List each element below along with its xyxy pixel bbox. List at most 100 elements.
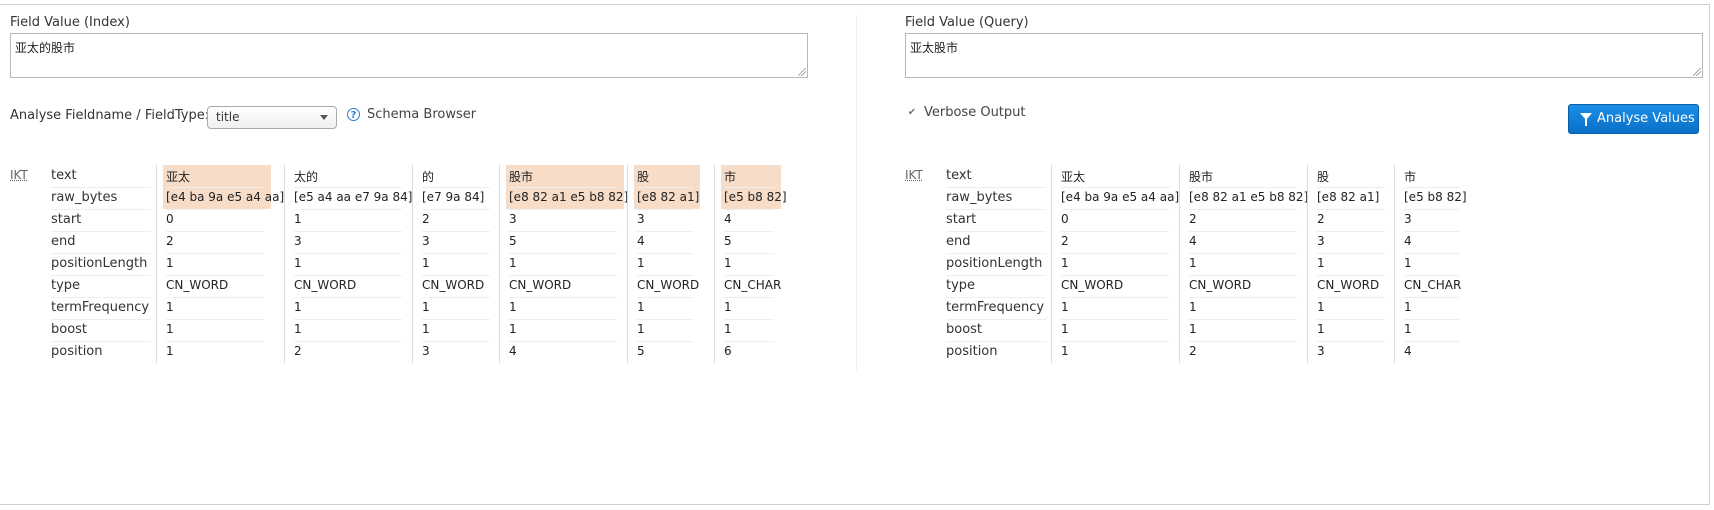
- cell-divider: [509, 275, 617, 276]
- token-cell-boost: 1: [1061, 322, 1069, 336]
- cell-divider: [637, 253, 693, 254]
- column-separator: [1394, 165, 1395, 363]
- cell-divider: [294, 319, 402, 320]
- token-cell-positionLength: 1: [166, 256, 174, 270]
- row-label-start: start: [51, 212, 82, 227]
- query-value-textarea[interactable]: 亚太股市: [905, 33, 1703, 78]
- token-cell-boost: 1: [1189, 322, 1197, 336]
- resize-grip-icon[interactable]: [798, 68, 806, 76]
- cell-divider: [422, 297, 490, 298]
- cell-divider: [166, 319, 264, 320]
- resize-grip-icon[interactable]: [1693, 68, 1701, 76]
- token-cell-raw_bytes: [e7 9a 84]: [422, 190, 485, 204]
- token-cell-boost: 1: [637, 322, 645, 336]
- token-cell-raw_bytes: [e5 a4 aa e7 9a 84]: [294, 190, 413, 204]
- cell-divider: [724, 297, 774, 298]
- row-label-end: end: [946, 234, 971, 249]
- token-cell-positionLength: 1: [1061, 256, 1069, 270]
- cell-divider: [1317, 297, 1385, 298]
- fieldtype-select[interactable]: title: [207, 106, 337, 129]
- verbose-output-label[interactable]: Verbose Output: [924, 105, 1026, 120]
- cell-divider: [1404, 231, 1460, 232]
- token-cell-text: 股: [1317, 170, 1330, 184]
- row-label-text: text: [51, 168, 77, 183]
- token-cell-end: 3: [294, 234, 302, 248]
- cell-divider: [637, 209, 693, 210]
- schema-browser-link[interactable]: Schema Browser: [367, 107, 476, 122]
- cell-divider: [422, 231, 490, 232]
- cell-divider: [509, 231, 617, 232]
- verbose-checkbox[interactable]: ✔: [907, 108, 917, 118]
- cell-divider: [509, 253, 617, 254]
- index-value-text: 亚太的股市: [15, 41, 76, 55]
- cell-divider: [1189, 187, 1297, 188]
- token-cell-end: 2: [166, 234, 174, 248]
- token-cell-type: CN_WORD: [422, 278, 485, 292]
- row-divider: [51, 297, 151, 298]
- row-divider: [946, 275, 1046, 276]
- cell-divider: [422, 319, 490, 320]
- token-cell-position: 2: [1189, 344, 1197, 358]
- token-cell-raw_bytes: [e8 82 a1]: [1317, 190, 1380, 204]
- token-cell-raw_bytes: [e5 b8 82]: [724, 190, 787, 204]
- token-cell-start: 4: [724, 212, 732, 226]
- token-cell-start: 1: [294, 212, 302, 226]
- row-divider: [946, 253, 1046, 254]
- cell-divider: [1404, 297, 1460, 298]
- token-cell-start: 3: [509, 212, 517, 226]
- cell-divider: [1317, 231, 1385, 232]
- token-cell-start: 0: [1061, 212, 1069, 226]
- cell-divider: [422, 341, 490, 342]
- token-cell-termFrequency: 1: [294, 300, 302, 314]
- token-cell-positionLength: 1: [724, 256, 732, 270]
- token-cell-end: 3: [1317, 234, 1325, 248]
- row-label-position: position: [51, 344, 103, 359]
- cell-divider: [1317, 187, 1385, 188]
- token-cell-termFrequency: 1: [509, 300, 517, 314]
- row-label-raw_bytes: raw_bytes: [51, 190, 118, 205]
- token-cell-boost: 1: [1317, 322, 1325, 336]
- tokenizer-name: IKT: [905, 168, 923, 182]
- token-cell-type: CN_WORD: [1061, 278, 1124, 292]
- token-cell-boost: 1: [166, 322, 174, 336]
- cell-divider: [1404, 319, 1460, 320]
- help-icon[interactable]: ?: [347, 108, 360, 121]
- column-separator: [156, 165, 157, 363]
- token-cell-text: 股市: [1189, 170, 1214, 184]
- index-value-textarea[interactable]: 亚太的股市: [10, 33, 808, 78]
- cell-divider: [1189, 253, 1297, 254]
- analyse-values-label: Analyse Values: [1597, 111, 1695, 126]
- cell-divider: [637, 275, 693, 276]
- token-cell-termFrequency: 1: [637, 300, 645, 314]
- cell-divider: [1404, 275, 1460, 276]
- token-cell-type: CN_CHAR: [1404, 278, 1462, 292]
- column-separator: [499, 165, 500, 363]
- cell-divider: [166, 187, 264, 188]
- cell-divider: [1404, 209, 1460, 210]
- token-cell-end: 5: [724, 234, 732, 248]
- column-separator: [1307, 165, 1308, 363]
- row-label-position: position: [946, 344, 998, 359]
- row-label-boost: boost: [51, 322, 88, 337]
- cell-divider: [637, 319, 693, 320]
- token-cell-positionLength: 1: [422, 256, 430, 270]
- tokenizer-name: IKT: [10, 168, 28, 182]
- cell-divider: [724, 209, 774, 210]
- token-cell-type: CN_CHAR: [724, 278, 782, 292]
- token-cell-termFrequency: 1: [1061, 300, 1069, 314]
- token-cell-start: 2: [1189, 212, 1197, 226]
- cell-divider: [294, 209, 402, 210]
- cell-divider: [1189, 297, 1297, 298]
- cell-divider: [1189, 209, 1297, 210]
- token-cell-position: 1: [166, 344, 174, 358]
- cell-divider: [509, 341, 617, 342]
- cell-divider: [1317, 319, 1385, 320]
- cell-divider: [294, 297, 402, 298]
- analyse-values-button[interactable]: Analyse Values: [1568, 104, 1699, 134]
- cell-divider: [724, 319, 774, 320]
- row-divider: [51, 253, 151, 254]
- cell-divider: [724, 231, 774, 232]
- cell-divider: [422, 253, 490, 254]
- row-label-type: type: [946, 278, 976, 293]
- column-separator: [412, 165, 413, 363]
